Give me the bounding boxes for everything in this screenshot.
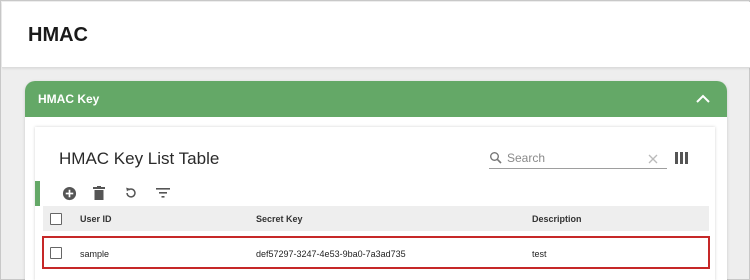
view-columns-icon[interactable] — [675, 151, 688, 164]
search-field — [489, 147, 667, 169]
table-header-row: User ID Secret Key Description — [43, 206, 709, 231]
add-button[interactable] — [59, 183, 79, 203]
cell-description: test — [532, 249, 547, 259]
page-header: HMAC — [2, 2, 750, 68]
panel-title: HMAC Key — [38, 92, 100, 106]
column-header-secret-key[interactable]: Secret Key — [256, 214, 303, 224]
refresh-icon — [126, 187, 136, 198]
delete-button[interactable] — [89, 183, 109, 203]
search-icon — [489, 151, 503, 165]
page-title: HMAC — [28, 24, 88, 46]
search-input[interactable] — [507, 149, 637, 167]
filter-button[interactable] — [153, 183, 173, 203]
row-select-checkbox[interactable] — [50, 247, 62, 259]
table-title: HMAC Key List Table — [59, 149, 220, 168]
cell-user-id: sample — [80, 249, 110, 259]
panel-header[interactable]: HMAC Key — [25, 81, 727, 117]
refresh-button[interactable] — [121, 183, 141, 203]
trash-icon — [93, 186, 105, 200]
column-header-user-id[interactable]: User ID — [80, 214, 112, 224]
cell-secret-key: def57297-3247-4e53-9ba0-7a3ad735 — [256, 249, 406, 259]
clear-icon[interactable] — [647, 152, 659, 164]
column-header-description[interactable]: Description — [532, 214, 582, 224]
add-circle-icon — [62, 186, 76, 200]
chevron-up-icon[interactable] — [691, 87, 715, 111]
filter-icon — [156, 188, 170, 198]
toolbar-accent-bar — [35, 181, 40, 206]
select-all-checkbox[interactable] — [50, 213, 62, 225]
table-row[interactable]: sample def57297-3247-4e53-9ba0-7a3ad735 … — [42, 236, 710, 269]
app-frame: HMAC HMAC Key HMAC Key List Table Search… — [0, 0, 750, 280]
